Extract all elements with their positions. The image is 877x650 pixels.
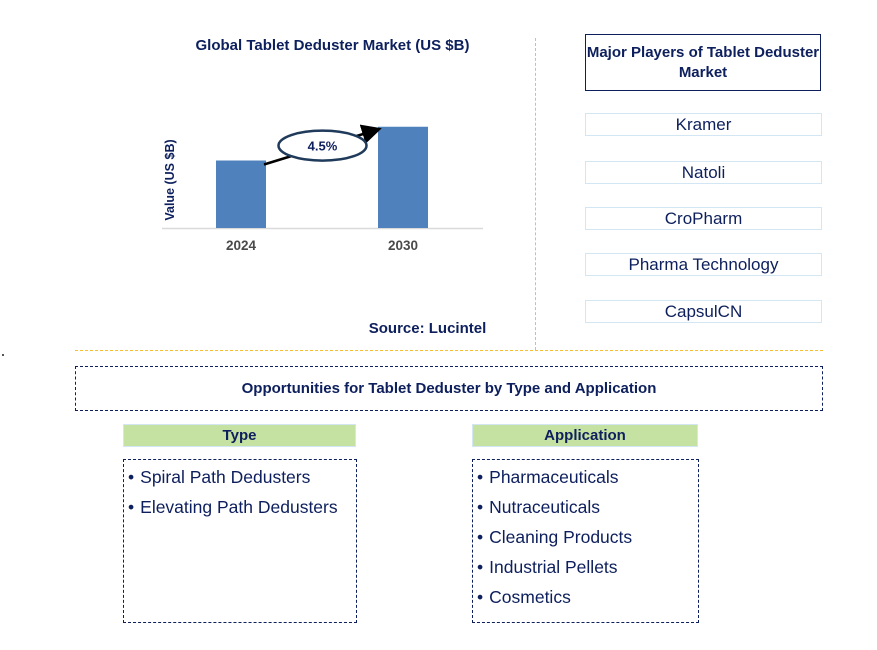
application-list: Pharmaceuticals Nutraceuticals Cleaning …	[472, 459, 699, 623]
source-label: Source: Lucintel	[368, 320, 487, 337]
x-tick-label: 2024	[226, 238, 257, 253]
type-list: Spiral Path Dedusters Elevating Path Ded…	[123, 459, 357, 623]
vertical-separator	[535, 38, 536, 350]
application-item: Cleaning Products	[473, 522, 698, 552]
cagr-label: 4.5%	[308, 139, 338, 154]
horizontal-separator	[75, 350, 823, 351]
player-item: CroPharm	[585, 207, 822, 230]
application-item: Nutraceuticals	[473, 492, 698, 522]
type-header: Type	[123, 424, 356, 447]
type-item: Spiral Path Dedusters	[124, 462, 356, 492]
player-item: CapsulCN	[585, 300, 822, 323]
application-item: Cosmetics	[473, 582, 698, 612]
type-item: Elevating Path Dedusters	[124, 492, 356, 522]
x-tick-label: 2030	[388, 238, 418, 253]
application-item: Pharmaceuticals	[473, 462, 698, 492]
application-header: Application	[472, 424, 698, 447]
player-item: Natoli	[585, 161, 822, 184]
bar-2024	[216, 160, 266, 228]
players-title: Major Players of Tablet Deduster Market	[585, 34, 821, 91]
bar-2030	[378, 126, 428, 228]
stray-dot	[2, 354, 4, 356]
opportunities-title: Opportunities for Tablet Deduster by Typ…	[75, 366, 823, 411]
player-item: Pharma Technology	[585, 253, 822, 276]
player-item: Kramer	[585, 113, 822, 136]
application-item: Industrial Pellets	[473, 552, 698, 582]
chart-title: Global Tablet Deduster Market (US $B)	[195, 37, 470, 54]
y-axis-label: Value (US $B)	[163, 139, 177, 220]
bar-chart: Value (US $B) 2024 2030 4.5%	[162, 124, 483, 253]
